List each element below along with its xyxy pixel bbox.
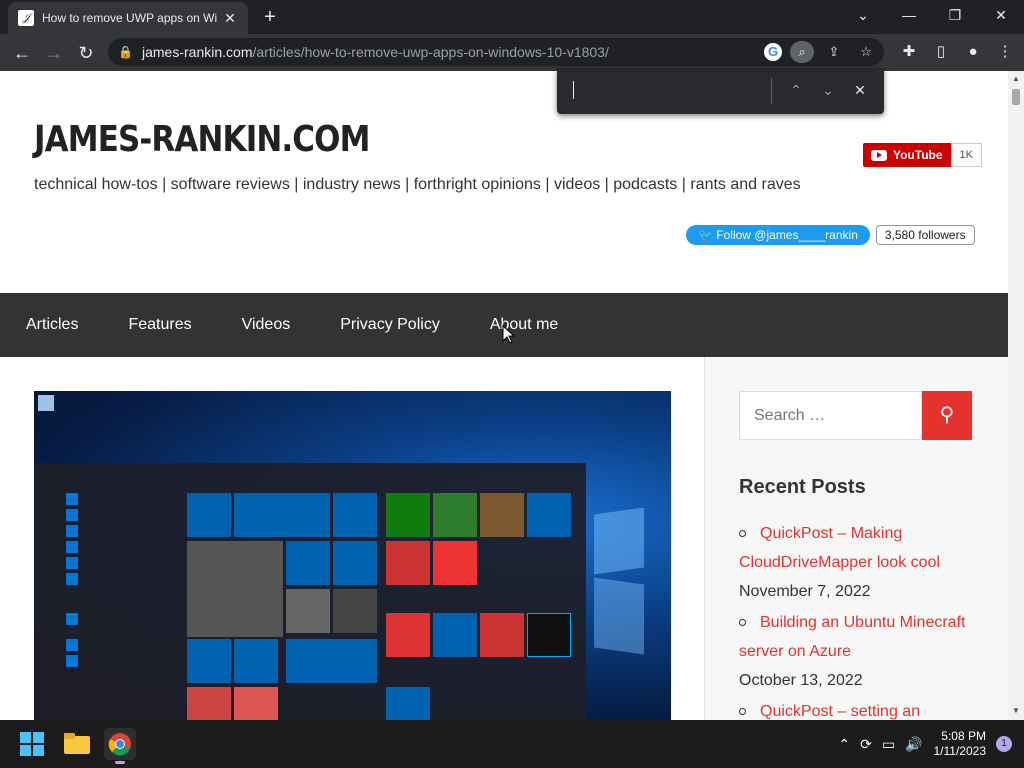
list-item: QuickPost – setting an	[739, 697, 979, 720]
browser-tab[interactable]: 𝒥 How to remove UWP apps on Wi ✕	[8, 2, 248, 34]
scroll-up-icon[interactable]: ▲	[1008, 74, 1024, 86]
address-bar[interactable]: 🔒 james-rankin.com/articles/how-to-remov…	[108, 38, 884, 66]
system-tray: ⌃ ⟳ ▭ 🔊 5:08 PM 1/11/2023 1	[833, 720, 1024, 768]
url-path: /articles/how-to-remove-uwp-apps-on-wind…	[252, 44, 609, 60]
youtube-subscribe-button[interactable]: YouTube 1K	[863, 143, 983, 167]
browser-toolbar: ← → ↻ 🔒 james-rankin.com/articles/how-to…	[0, 34, 1024, 71]
sync-status-icon[interactable]: ⟳	[860, 736, 872, 753]
find-divider	[771, 78, 772, 104]
recent-post-date: November 7, 2022	[739, 583, 871, 600]
search-input[interactable]: Search …	[739, 391, 922, 440]
twitter-follow-button[interactable]: 🐦 Follow @james____rankin	[686, 225, 870, 245]
site-favicon-icon: 𝒥	[18, 10, 34, 26]
windows-start-icon[interactable]	[16, 728, 48, 760]
scroll-down-icon[interactable]: ▼	[1008, 706, 1024, 718]
find-in-page-icon[interactable]: ⌕	[790, 41, 814, 63]
find-close-icon[interactable]: ✕	[850, 80, 870, 100]
nav-item-videos[interactable]: Videos	[242, 316, 291, 334]
network-icon[interactable]: ▭	[882, 736, 895, 753]
twitter-follow-widget: 🐦 Follow @james____rankin 3,580 follower…	[686, 225, 975, 245]
twitter-follower-count[interactable]: 3,580 followers	[875, 225, 975, 245]
nav-item-privacy-policy[interactable]: Privacy Policy	[340, 316, 440, 334]
search-button[interactable]: ⚲	[922, 391, 972, 440]
google-lens-icon[interactable]: G	[764, 43, 782, 61]
taskbar: ⌃ ⟳ ▭ 🔊 5:08 PM 1/11/2023 1	[0, 720, 1024, 768]
new-tab-button[interactable]: +	[258, 6, 282, 28]
chrome-icon[interactable]	[104, 728, 136, 764]
page-scrollbar[interactable]: ▲ ▼	[1008, 71, 1024, 720]
recent-post-date: October 13, 2022	[739, 672, 863, 689]
youtube-label: YouTube	[893, 148, 943, 162]
forward-arrow-icon[interactable]: →	[38, 37, 70, 69]
minimize-button[interactable]: —	[886, 0, 932, 30]
clock-date: 1/11/2023	[933, 744, 987, 758]
list-item: Building an Ubuntu Minecraft server on A…	[739, 608, 979, 695]
start-menu-screenshot	[34, 463, 586, 720]
bullet-icon	[739, 530, 746, 538]
site-title[interactable]: JAMES-RANKIN.COM	[34, 119, 370, 160]
lock-icon: 🔒	[118, 45, 133, 59]
article-hero-image[interactable]	[34, 391, 671, 720]
clock-time: 5:08 PM	[941, 729, 986, 743]
more-menu-icon[interactable]: ⋮	[994, 38, 1016, 66]
list-item: QuickPost – Making CloudDriveMapper look…	[739, 519, 979, 606]
nav-item-features[interactable]: Features	[128, 316, 191, 334]
volume-icon[interactable]: 🔊	[905, 736, 922, 753]
recent-post-link[interactable]: Building an Ubuntu Minecraft server on A…	[739, 614, 965, 660]
tab-search-icon[interactable]: ⌄	[840, 0, 886, 30]
find-next-icon[interactable]: ⌄	[818, 80, 838, 100]
find-bar: ⌃ ⌄ ✕	[557, 68, 884, 114]
nav-item-articles[interactable]: Articles	[26, 316, 78, 334]
nav-item-about-me[interactable]: About me	[490, 316, 558, 334]
extensions-puzzle-icon[interactable]: ✚	[898, 38, 920, 66]
close-window-button[interactable]: ✕	[978, 0, 1024, 30]
tab-title: How to remove UWP apps on Wi	[42, 11, 218, 25]
bookmark-star-icon[interactable]: ☆	[854, 41, 878, 63]
twitter-bird-icon: 🐦	[698, 228, 717, 242]
youtube-logo-icon	[871, 149, 887, 161]
search-icon: ⚲	[939, 404, 955, 426]
recent-post-link[interactable]: QuickPost – Making CloudDriveMapper look…	[739, 525, 940, 571]
back-arrow-icon[interactable]: ←	[6, 37, 38, 69]
tab-strip: 𝒥 How to remove UWP apps on Wi ✕ + ⌄ — ❐…	[0, 0, 1024, 34]
notification-badge[interactable]: 1	[996, 736, 1012, 752]
bullet-icon	[739, 708, 746, 716]
recycle-bin-icon	[38, 395, 54, 411]
scrollbar-thumb[interactable]	[1012, 89, 1020, 105]
youtube-subscriber-count: 1K	[950, 143, 983, 167]
site-tagline: technical how-tos | software reviews | i…	[34, 176, 801, 193]
tab-close-icon[interactable]: ✕	[222, 10, 238, 27]
file-explorer-icon[interactable]	[61, 728, 93, 760]
find-previous-icon[interactable]: ⌃	[786, 80, 806, 100]
share-icon[interactable]: ⇪	[822, 41, 846, 63]
recent-post-link[interactable]: QuickPost – setting an	[760, 703, 920, 720]
page-viewport: JAMES-RANKIN.COM technical how-tos | sof…	[0, 71, 1008, 720]
twitter-follow-label: Follow @james____rankin	[716, 228, 858, 242]
side-panel-icon[interactable]: ▯	[930, 38, 952, 66]
browser-window: 𝒥 How to remove UWP apps on Wi ✕ + ⌄ — ❐…	[0, 0, 1024, 720]
recent-posts-heading: Recent Posts	[739, 476, 866, 498]
find-input[interactable]	[573, 81, 574, 99]
show-hidden-icons-icon[interactable]: ⌃	[838, 736, 850, 753]
extension-area: ✚ ▯ ● ⋮	[898, 38, 1016, 66]
window-controls: ⌄ — ❐ ✕	[840, 0, 1024, 32]
restore-button[interactable]: ❐	[932, 0, 978, 30]
profile-avatar-icon[interactable]: ●	[962, 38, 984, 66]
reload-icon[interactable]: ↻	[70, 37, 102, 69]
mouse-cursor-icon	[502, 325, 516, 344]
system-clock[interactable]: 5:08 PM 1/11/2023	[934, 729, 987, 759]
bullet-icon	[739, 619, 746, 627]
url-host: james-rankin.com	[142, 44, 253, 60]
